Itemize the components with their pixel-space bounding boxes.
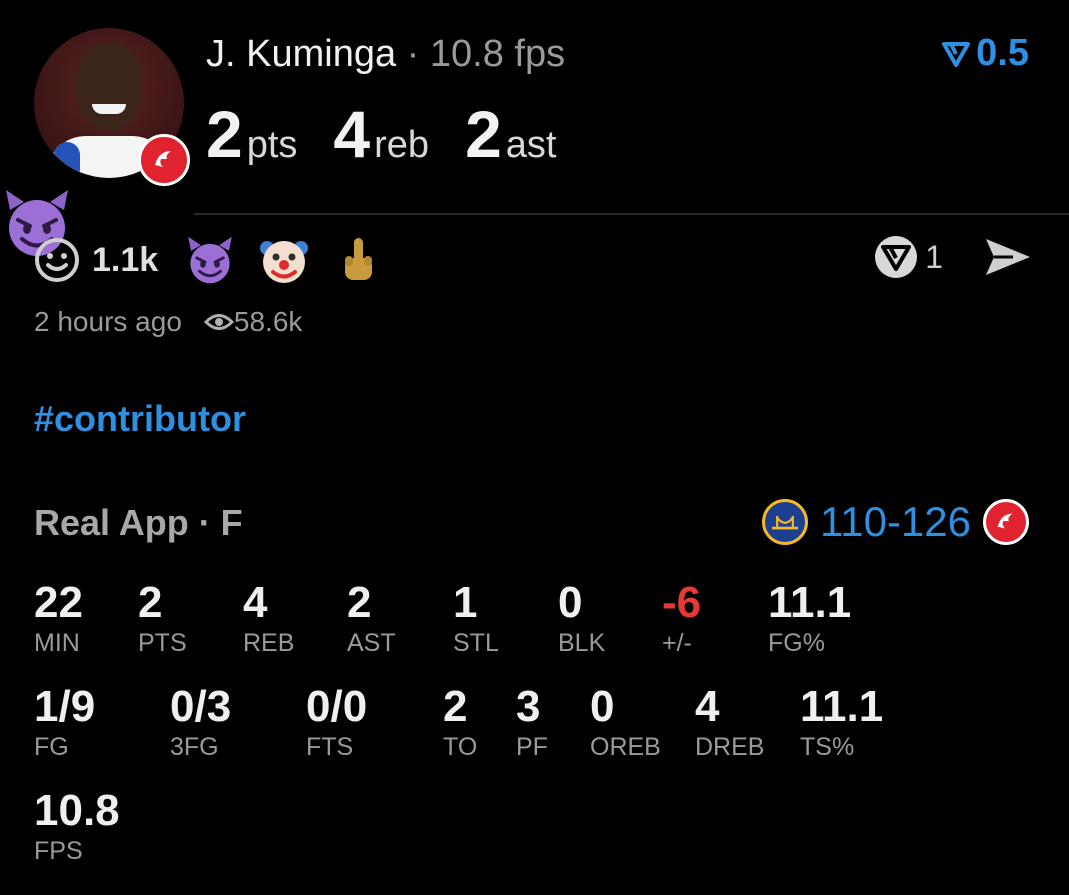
stat-label: FTS — [306, 733, 354, 761]
stat-value: -6 — [662, 578, 702, 627]
stat-stl: 1 STL — [453, 578, 499, 658]
stat-value: 10.8 — [34, 786, 120, 835]
stat-value: 22 — [34, 578, 83, 627]
stat-fg: 1/9 FG — [34, 682, 95, 762]
views: 58.6k — [203, 306, 303, 338]
pts-value: 2 — [206, 97, 243, 171]
stat-label: TS% — [800, 733, 855, 761]
stat-label: +/- — [662, 629, 692, 657]
pts-unit: pts — [246, 124, 298, 166]
stat-value: 2 — [138, 578, 163, 627]
view-count: 58.6k — [233, 306, 303, 337]
hawks-logo-icon — [983, 499, 1029, 545]
stake-count: 1 — [925, 238, 943, 275]
post-card: J. Kuminga · 10.8 fps 0.5 2 pts 4 reb 2 … — [0, 0, 1069, 895]
stat-fg-pct: 11.1 FG% — [768, 578, 851, 658]
send-icon[interactable] — [983, 235, 1033, 279]
warriors-logo-icon — [761, 499, 808, 545]
stat-value: 0 — [590, 682, 615, 731]
stat-label: DREB — [695, 733, 765, 761]
reb-unit: reb — [374, 124, 430, 166]
stat-ts-pct: 11.1 TS% — [800, 682, 883, 762]
stat-to: 2 TO — [443, 682, 477, 762]
ast-unit: ast — [505, 124, 557, 166]
stat-label: REB — [243, 629, 295, 657]
stat-3fg: 0/3 3FG — [170, 682, 231, 762]
game-source: Real App · F — [34, 502, 243, 543]
stat-value: 0/3 — [170, 682, 232, 731]
stat-label: BLK — [558, 629, 606, 657]
separator: · — [406, 33, 420, 75]
stat-label: PF — [516, 733, 548, 761]
middle-finger-icon[interactable] — [332, 234, 384, 286]
stat-label: FG% — [768, 629, 825, 657]
stat-value: 2 — [347, 578, 372, 627]
stat-plus-minus: -6 +/- — [662, 578, 701, 658]
stat-label: 3FG — [170, 733, 219, 761]
stat-value: 4 — [243, 578, 268, 627]
add-reaction-icon[interactable] — [32, 235, 82, 285]
stat-oreb: 0 OREB — [590, 682, 661, 762]
reb-value: 4 — [333, 97, 371, 171]
stat-label: PTS — [138, 629, 187, 657]
stat-value: 11.1 — [768, 578, 852, 627]
stat-ast: 2 AST — [347, 578, 396, 658]
hawks-logo-icon — [138, 134, 190, 186]
stat-dreb: 4 DREB — [695, 682, 764, 762]
stat-value: 1 — [453, 578, 478, 627]
share-area: 1 — [873, 234, 1033, 280]
reactions-row: 1.1k — [32, 234, 406, 286]
eye-icon — [203, 314, 234, 330]
hashtag-link[interactable]: #contributor — [34, 398, 246, 440]
stat-fts: 0/0 FTS — [306, 682, 367, 762]
time-ago: 2 hours ago — [34, 306, 182, 337]
score-area[interactable]: 110-126 — [761, 498, 1029, 546]
avatar-smile — [92, 104, 126, 114]
stat-pts: 2 PTS — [138, 578, 187, 658]
stat-label: MIN — [34, 629, 80, 657]
statline: 2 pts 4 reb 2 ast — [206, 96, 592, 172]
stat-label: FG — [34, 733, 69, 761]
player-name[interactable]: J. Kuminga — [206, 33, 396, 75]
stat-blk: 0 BLK — [558, 578, 605, 658]
stat-reb: 4 REB — [243, 578, 294, 658]
player-line[interactable]: J. Kuminga · 10.8 fps — [206, 32, 565, 76]
stat-label: STL — [453, 629, 499, 657]
rating-value: 0.5 — [976, 32, 1029, 74]
stat-value: 4 — [695, 682, 720, 731]
stat-value: 11.1 — [800, 682, 884, 731]
meta-row: 2 hours ago 58.6k — [34, 306, 302, 338]
stat-label: AST — [347, 629, 396, 657]
avatar-head — [76, 44, 142, 130]
stat-fps: 10.8 FPS — [34, 786, 120, 866]
ast-value: 2 — [465, 97, 502, 171]
stat-label: TO — [443, 733, 478, 761]
stat-label: OREB — [590, 733, 661, 761]
smiling-devil-icon[interactable] — [184, 234, 236, 286]
stat-label: FPS — [34, 837, 83, 865]
avatar-jersey-trim — [54, 142, 80, 178]
reaction-count[interactable]: 1.1k — [92, 241, 158, 280]
stat-value: 0 — [558, 578, 583, 627]
stat-value: 3 — [516, 682, 541, 731]
player-fps: 10.8 fps — [429, 33, 566, 75]
stat-pf: 3 PF — [516, 682, 548, 762]
stat-value: 2 — [443, 682, 468, 731]
divider — [194, 213, 1069, 215]
rating-icon — [942, 41, 971, 67]
stat-min: 22 MIN — [34, 578, 83, 658]
stat-value: 0/0 — [306, 682, 368, 731]
clown-icon[interactable] — [258, 234, 310, 286]
stat-value: 1/9 — [34, 682, 96, 731]
rating-display[interactable]: 0.5 — [942, 32, 1029, 75]
stake-icon[interactable] — [873, 234, 919, 280]
game-score: 110-126 — [819, 498, 971, 545]
